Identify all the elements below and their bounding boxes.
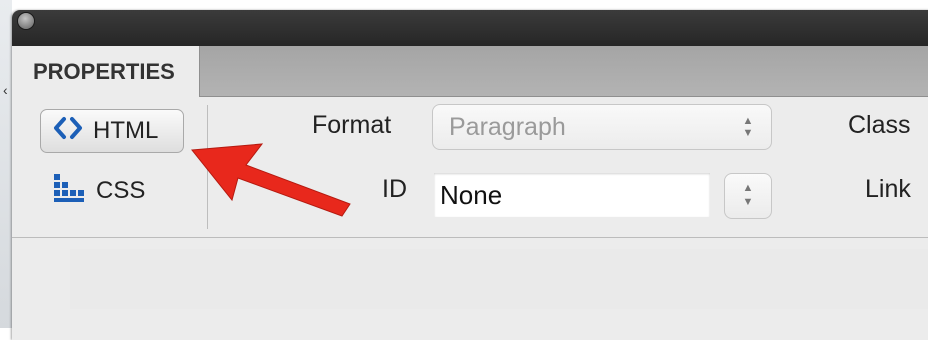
id-stepper[interactable]: ▲ ▼ bbox=[724, 173, 772, 219]
code-brackets-icon bbox=[53, 116, 83, 147]
background-chevron-icon: ‹ bbox=[3, 82, 8, 98]
tab-properties[interactable]: PROPERTIES bbox=[12, 46, 200, 97]
panel-tab-strip: PROPERTIES bbox=[12, 46, 928, 97]
html-mode-label: HTML bbox=[93, 117, 159, 144]
properties-panel: PROPERTIES HTML CSS Format Paragraph ▲ ▼… bbox=[12, 10, 928, 340]
id-field[interactable]: None bbox=[434, 173, 710, 217]
css-mode-button[interactable]: CSS bbox=[52, 171, 145, 211]
tab-properties-label: PROPERTIES bbox=[33, 58, 175, 84]
up-down-arrows-icon: ▲ ▼ bbox=[742, 115, 754, 139]
link-label: Link bbox=[865, 175, 911, 203]
close-window-button[interactable] bbox=[18, 13, 34, 29]
lower-panel-area bbox=[70, 249, 928, 309]
background-window-edge: ‹ bbox=[0, 0, 12, 328]
css-mode-label: CSS bbox=[96, 177, 146, 204]
properties-content: HTML CSS Format Paragraph ▲ ▼ ID None ▲ … bbox=[12, 97, 928, 340]
format-select-value: Paragraph bbox=[449, 112, 566, 141]
horizontal-divider bbox=[12, 237, 928, 238]
format-select[interactable]: Paragraph ▲ ▼ bbox=[432, 104, 772, 150]
html-mode-button[interactable]: HTML bbox=[40, 109, 184, 153]
format-label: Format bbox=[312, 111, 392, 139]
id-label: ID bbox=[382, 175, 407, 203]
css-rules-icon bbox=[52, 172, 86, 211]
id-field-value: None bbox=[440, 179, 503, 210]
vertical-divider bbox=[207, 105, 208, 229]
up-down-arrows-icon: ▲ ▼ bbox=[742, 182, 754, 208]
class-label: Class bbox=[848, 111, 911, 139]
panel-titlebar bbox=[12, 10, 928, 46]
